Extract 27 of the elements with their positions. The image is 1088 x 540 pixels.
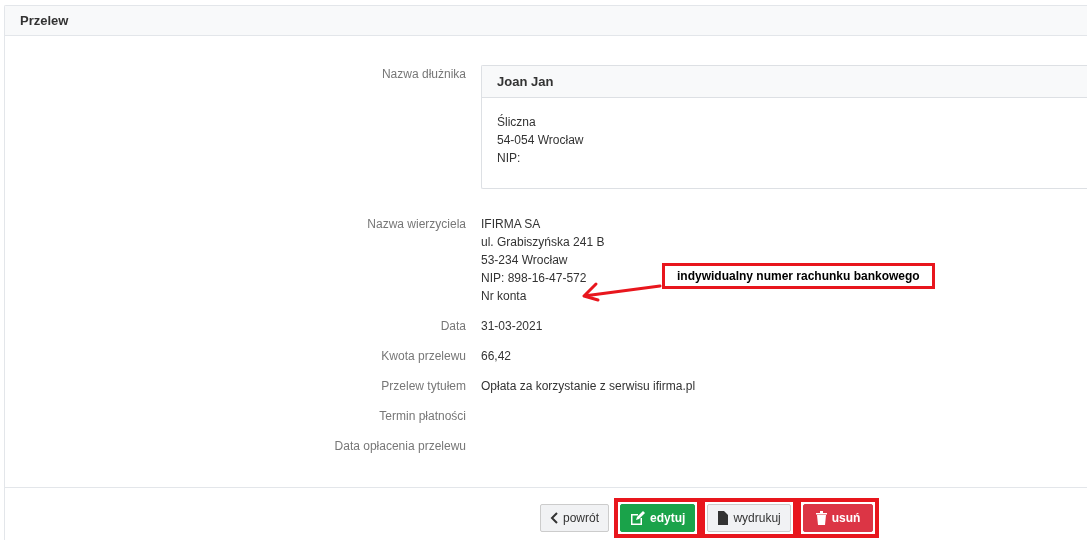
annotation-box: indywidualny numer rachunku bankowego [662, 263, 935, 289]
field-label: Termin płatności [378, 408, 466, 425]
document-icon [717, 510, 729, 525]
creditor-line: 53-234 Wrocław [481, 252, 568, 269]
address-line: NIP: [497, 150, 521, 167]
field-label: Nazwa wierzyciela [366, 216, 466, 233]
panel-title: Przelew [20, 13, 69, 28]
chevron-left-icon [550, 511, 558, 524]
delete-button[interactable]: usuń [802, 503, 874, 532]
field-label: Data opłacenia przelewu [333, 438, 466, 455]
creditor-line: Nr konta [481, 288, 527, 305]
address-line: Śliczna [497, 113, 536, 131]
field-label: Data [439, 318, 466, 335]
field-label: Nazwa dłużnika [380, 66, 466, 83]
creditor-line: NIP: 898-16-47-572 [481, 270, 587, 287]
back-button[interactable]: powrót [540, 503, 610, 532]
field-label: Kwota przelewu [380, 348, 466, 365]
debtor-name: Joan Jan [497, 72, 554, 91]
field-value: 31-03-2021 [481, 318, 543, 335]
field-value: Opłata za korzystanie z serwisu ifirma.pl [481, 378, 696, 395]
print-button[interactable]: wydrukuj [707, 503, 791, 532]
creditor-line: ul. Grabiszyńska 241 B [481, 234, 605, 251]
field-label: Przelew tytułem [380, 378, 466, 395]
creditor-line: IFIRMA SA [481, 216, 541, 233]
address-line: 54-054 Wrocław [497, 132, 584, 149]
field-value: 66,42 [481, 348, 512, 365]
trash-icon [815, 510, 827, 525]
